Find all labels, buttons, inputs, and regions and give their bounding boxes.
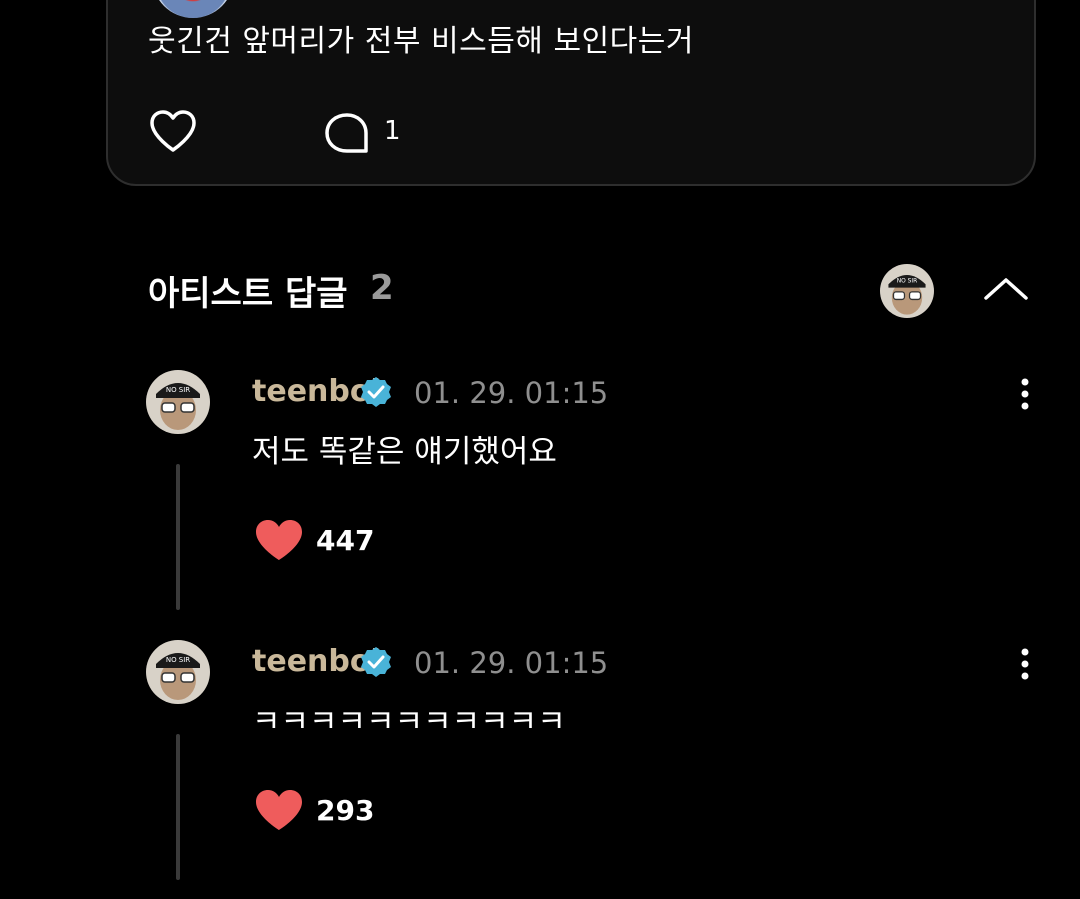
like-count: 293 [316, 794, 375, 827]
artist-avatar-image: NO SIR [146, 370, 210, 434]
more-vertical-icon [1021, 378, 1029, 410]
reply-button[interactable] [322, 110, 372, 156]
artist-reply: NO SIR teenboi 01. 29. 01:15 저도 똑같은 얘기했어… [0, 370, 1080, 640]
verified-badge-icon [360, 646, 392, 678]
thread-line [176, 464, 180, 610]
svg-text:NO SIR: NO SIR [166, 386, 190, 394]
more-options-button[interactable] [1010, 644, 1040, 684]
svg-text:NO SIR: NO SIR [166, 656, 190, 664]
artist-avatar-image: NO SIR [146, 640, 210, 704]
thread-line [176, 734, 180, 880]
like-count: 447 [316, 524, 375, 557]
artist-reply: NO SIR teenboi 01. 29. 01:15 ㅋㅋㅋㅋㅋㅋㅋㅋㅋㅋㅋ [0, 640, 1080, 899]
parent-comment-text: 웃긴건 앞머리가 전부 비스듬해 보인다는거 [148, 24, 694, 59]
more-vertical-icon [1021, 648, 1029, 680]
chat-bubble-icon [325, 113, 368, 153]
heart-filled-icon [256, 790, 302, 830]
heart-filled-icon [256, 520, 302, 560]
reply-text: 저도 똑같은 얘기했어요 [252, 434, 557, 470]
chevron-up-icon [984, 278, 1028, 300]
svg-text:NO SIR: NO SIR [897, 279, 918, 285]
timestamp: 01. 29. 01:15 [414, 646, 609, 680]
verified-badge-icon [360, 376, 392, 408]
more-options-button[interactable] [1010, 374, 1040, 414]
artist-avatar-image: NO SIR [880, 264, 934, 318]
reply-text: ㅋㅋㅋㅋㅋㅋㅋㅋㅋㅋㅋ [252, 704, 566, 740]
like-button[interactable] [148, 108, 198, 154]
like-button[interactable] [254, 518, 304, 562]
artist-avatar-header[interactable]: NO SIR [880, 264, 934, 318]
artist-avatar[interactable]: NO SIR [146, 640, 210, 704]
like-button[interactable] [254, 788, 304, 832]
heart-outline-icon [150, 110, 196, 152]
collapse-button[interactable] [980, 268, 1032, 308]
timestamp: 01. 29. 01:15 [414, 376, 609, 410]
reply-count: 1 [384, 116, 401, 146]
artist-replies-count: 2 [370, 268, 394, 308]
artist-avatar[interactable]: NO SIR [146, 370, 210, 434]
comment-thread-page: 웃긴건 앞머리가 전부 비스듬해 보인다는거 1 아티스트 답글 2 NO SI… [0, 0, 1080, 899]
artist-replies-title: 아티스트 답글 [148, 274, 348, 314]
